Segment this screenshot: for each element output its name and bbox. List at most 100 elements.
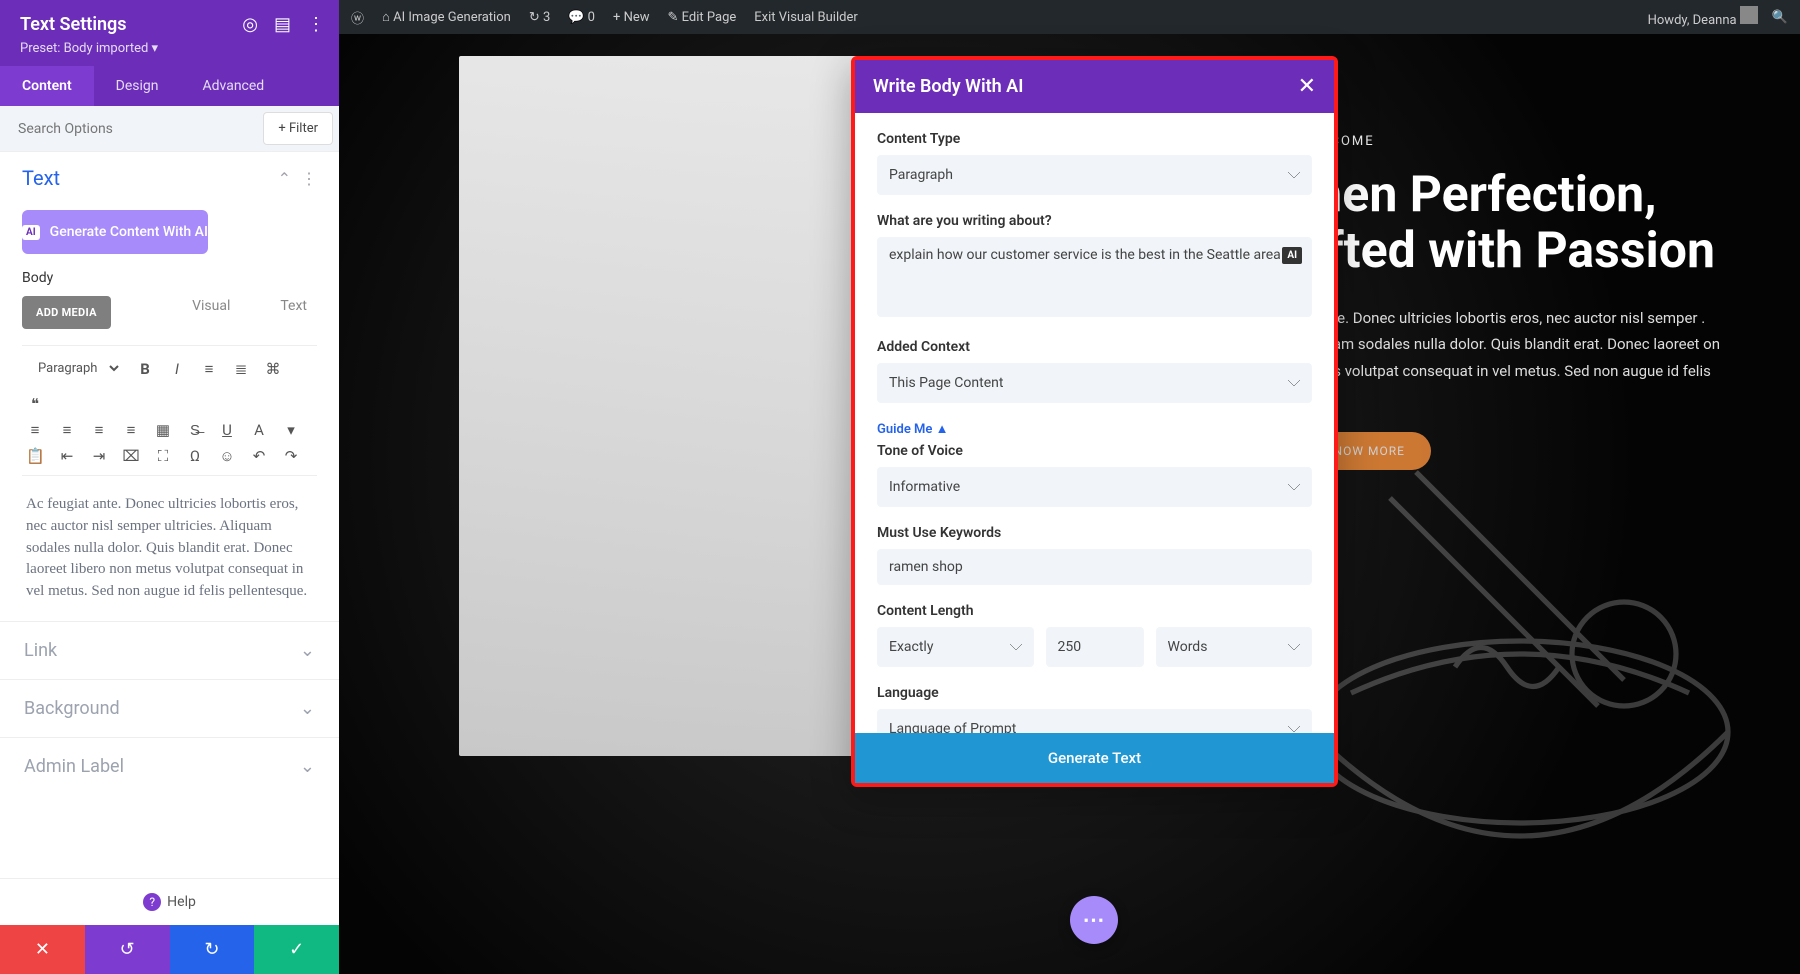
redo-icon[interactable]: ↷ — [282, 447, 300, 465]
save-button[interactable]: ✓ — [254, 925, 339, 974]
editor-content[interactable]: Ac feugiat ante. Donec ultricies loborti… — [0, 476, 339, 621]
fullscreen-icon[interactable]: ⛶ — [154, 447, 172, 465]
wp-admin-bar: ⓦ ⌂ AI Image Generation ↻ 3 💬 0 + New ✎ … — [339, 0, 1800, 34]
context-label: Added Context — [877, 339, 1312, 355]
special-char-icon[interactable]: Ω — [186, 447, 204, 465]
more-icon[interactable]: ⋮ — [307, 14, 325, 35]
new-link[interactable]: + New — [613, 10, 650, 25]
comments-link[interactable]: 💬 0 — [568, 10, 595, 25]
length-unit-select[interactable]: Words — [1156, 627, 1313, 667]
length-mode-select[interactable]: Exactly — [877, 627, 1034, 667]
cancel-button[interactable]: ✕ — [0, 925, 85, 974]
tone-label: Tone of Voice — [877, 443, 1312, 459]
exit-builder-link[interactable]: Exit Visual Builder — [754, 10, 857, 25]
table-icon[interactable]: ▦ — [154, 421, 172, 439]
editor-tab-text[interactable]: Text — [270, 290, 317, 322]
close-icon[interactable]: ✕ — [1298, 74, 1316, 99]
quote-icon[interactable]: ❝ — [26, 395, 44, 413]
clear-icon[interactable]: ⌧ — [122, 447, 140, 465]
modal-header: Write Body With AI ✕ — [855, 60, 1334, 113]
wp-logo-icon[interactable]: ⓦ — [351, 8, 364, 27]
help-icon: ? — [143, 893, 161, 911]
hero-heading: men Perfection,afted with Passion — [1299, 167, 1720, 279]
search-row: + Filter — [0, 106, 339, 152]
updates-link[interactable]: ↻ 3 — [529, 10, 550, 25]
hero-image — [459, 56, 899, 756]
settings-sidebar: Text Settings Preset: Body imported ▾ ◎ … — [0, 0, 339, 974]
body-label: Body — [22, 270, 317, 286]
preset-dropdown[interactable]: Preset: Body imported ▾ — [20, 41, 319, 56]
footer-buttons: ✕ ↺ ↻ ✓ — [0, 925, 339, 974]
keywords-input[interactable] — [877, 549, 1312, 585]
section-more-icon[interactable]: ⋮ — [301, 169, 317, 188]
outdent-icon[interactable]: ⇤ — [58, 447, 76, 465]
help-bar[interactable]: ?Help — [0, 878, 339, 925]
responsive-icon[interactable]: ◎ — [242, 14, 258, 35]
chevron-up-icon[interactable]: ⌃ — [278, 169, 291, 188]
undo-button[interactable]: ↺ — [85, 925, 170, 974]
ai-assist-icon[interactable]: AI — [1282, 247, 1302, 264]
editor-toolbar: Paragraph B I ≡ ≣ ⌘ ❝ ≡ ≡ ≡ ≡ ▦ S̶ U A ▾ 📋 ⇤ ⇥ ⌧… — [22, 345, 317, 476]
ai-write-modal: Write Body With AI ✕ Content Type Paragr… — [851, 56, 1338, 787]
ramen-illustration — [1260, 394, 1780, 914]
builder-fab[interactable]: ⋯ — [1070, 896, 1118, 944]
accordion-link[interactable]: Link⌄ — [0, 621, 339, 679]
add-media-button[interactable]: ADD MEDIA — [22, 296, 111, 329]
hero-text: WELCOME men Perfection,afted with Passio… — [1299, 134, 1720, 470]
content-type-label: Content Type — [877, 131, 1312, 147]
avatar — [1740, 6, 1758, 24]
undo-icon[interactable]: ↶ — [250, 447, 268, 465]
text-section-header[interactable]: Text ⌃⋮ — [0, 152, 339, 204]
filter-button[interactable]: + Filter — [263, 112, 333, 145]
about-label: What are you writing about? — [877, 213, 1312, 229]
search-icon[interactable]: 🔍 — [1772, 10, 1788, 25]
chevron-down-icon: ⌄ — [300, 756, 315, 777]
underline-icon[interactable]: U — [218, 421, 236, 439]
bulleted-list-icon[interactable]: ≡ — [200, 360, 218, 378]
panel-body: Text ⌃ ⋮ AI Generate Content With AI Body… — [0, 152, 339, 878]
sidebar-tabs: Content Design Advanced — [0, 66, 339, 106]
main-canvas: ⓦ ⌂ AI Image Generation ↻ 3 💬 0 + New ✎ … — [339, 0, 1800, 974]
align-right-icon[interactable]: ≡ — [90, 421, 108, 439]
numbered-list-icon[interactable]: ≣ — [232, 360, 250, 378]
editor-tab-visual[interactable]: Visual — [182, 290, 240, 322]
align-center-icon[interactable]: ≡ — [58, 421, 76, 439]
tab-design[interactable]: Design — [94, 66, 181, 106]
redo-button[interactable]: ↻ — [170, 925, 255, 974]
content-type-select[interactable]: Paragraph — [877, 155, 1312, 195]
guide-me-toggle[interactable]: Guide Me ▲ — [877, 421, 1312, 437]
layout-icon[interactable]: ▤ — [274, 14, 291, 35]
accordion-background[interactable]: Background⌄ — [0, 679, 339, 737]
generate-content-button[interactable]: AI Generate Content With AI — [22, 210, 208, 254]
tab-content[interactable]: Content — [0, 66, 94, 106]
site-link[interactable]: ⌂ AI Image Generation — [382, 9, 511, 25]
italic-icon[interactable]: I — [168, 360, 186, 378]
align-justify-icon[interactable]: ≡ — [122, 421, 140, 439]
strike-icon[interactable]: S̶ — [186, 421, 204, 439]
greeting-link[interactable]: Howdy, Deanna — [1648, 6, 1758, 28]
language-select[interactable]: Language of Prompt — [877, 709, 1312, 733]
indent-icon[interactable]: ⇥ — [90, 447, 108, 465]
context-select[interactable]: This Page Content — [877, 363, 1312, 403]
modal-title: Write Body With AI — [873, 76, 1023, 97]
text-color-icon[interactable]: A — [250, 421, 268, 439]
about-textarea[interactable] — [877, 237, 1312, 317]
tone-select[interactable]: Informative — [877, 467, 1312, 507]
chevron-down-icon: ⌄ — [300, 698, 315, 719]
generate-text-button[interactable]: Generate Text — [855, 733, 1334, 783]
hero-paragraph: at ante. Donec ultricies lobortis eros, … — [1299, 305, 1720, 410]
bold-icon[interactable]: B — [136, 360, 154, 378]
search-input[interactable] — [0, 109, 257, 149]
tab-advanced[interactable]: Advanced — [181, 66, 287, 106]
hero-eyebrow: WELCOME — [1299, 134, 1720, 149]
edit-page-link[interactable]: ✎ Edit Page — [668, 10, 737, 25]
paste-icon[interactable]: 📋 — [26, 447, 44, 465]
accordion-admin-label[interactable]: Admin Label⌄ — [0, 737, 339, 795]
keywords-label: Must Use Keywords — [877, 525, 1312, 541]
emoji-icon[interactable]: ☺ — [218, 447, 236, 465]
link-icon[interactable]: ⌘ — [264, 360, 282, 378]
length-number-input[interactable] — [1046, 627, 1144, 667]
align-left-icon[interactable]: ≡ — [26, 421, 44, 439]
color-dropdown-icon[interactable]: ▾ — [282, 421, 300, 439]
format-select[interactable]: Paragraph — [26, 356, 122, 381]
